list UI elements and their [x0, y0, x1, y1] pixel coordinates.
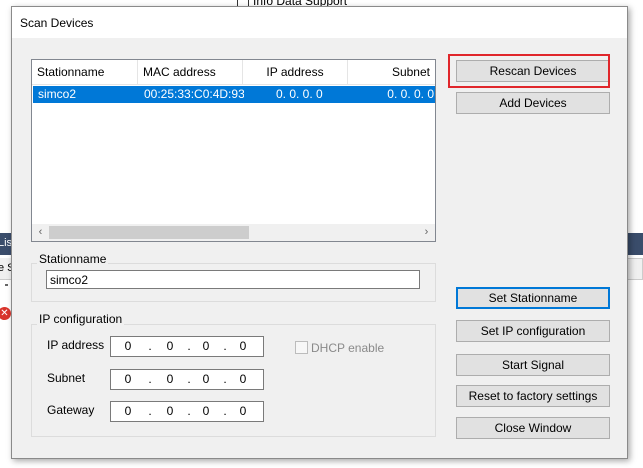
cell-mac: 00:25:33:C0:4D:93 — [144, 87, 244, 101]
subnet-field[interactable]: 0 . 0 . 0 . 0 — [110, 369, 264, 390]
dhcp-enable-checkbox[interactable] — [295, 341, 308, 354]
subnet-dot: . — [187, 372, 191, 386]
subnet-octet-2[interactable]: 0 — [160, 372, 180, 386]
set-stationname-button[interactable]: Set Stationname — [456, 287, 610, 309]
scroll-right-icon[interactable]: › — [418, 224, 435, 241]
dialog-titlebar: Scan Devices — [12, 7, 627, 38]
rescan-devices-button[interactable]: Rescan Devices — [456, 60, 610, 82]
ip-address-label: IP address — [47, 338, 105, 352]
column-header-mac[interactable]: MAC address — [138, 60, 243, 85]
cell-subnet: 0. 0. 0. 0 — [387, 87, 434, 101]
set-ip-configuration-button[interactable]: Set IP configuration — [456, 320, 610, 342]
ip-octet-4[interactable]: 0 — [233, 339, 253, 353]
horizontal-scrollbar[interactable]: ‹ › — [32, 224, 435, 241]
background-list-header-right — [626, 233, 643, 255]
ip-dot: . — [148, 339, 152, 353]
ip-octet-2[interactable]: 0 — [160, 339, 180, 353]
dhcp-enable-label: DHCP enable — [311, 341, 385, 355]
subnet-dot: . — [223, 372, 227, 386]
gateway-octet-2[interactable]: 0 — [160, 404, 180, 418]
scrollbar-thumb[interactable] — [49, 226, 249, 239]
gateway-octet-3[interactable]: 0 — [196, 404, 216, 418]
column-header-subnet[interactable]: Subnet — [348, 60, 435, 85]
device-list-header: Stationname MAC address IP address Subne… — [32, 60, 435, 85]
gateway-dot: . — [223, 404, 227, 418]
reset-factory-settings-button[interactable]: Reset to factory settings — [456, 385, 610, 407]
gateway-label: Gateway — [47, 403, 95, 417]
column-header-ip[interactable]: IP address — [243, 60, 348, 85]
subnet-octet-4[interactable]: 0 — [233, 372, 253, 386]
ip-address-field[interactable]: 0 . 0 . 0 . 0 — [110, 336, 264, 357]
device-list[interactable]: Stationname MAC address IP address Subne… — [31, 59, 436, 242]
subnet-label: Subnet — [47, 371, 86, 385]
subnet-octet-3[interactable]: 0 — [196, 372, 216, 386]
ip-configuration-group-label: IP configuration — [37, 312, 125, 326]
stationname-group-label: Stationname — [37, 252, 109, 266]
ip-octet-1[interactable]: 0 — [118, 339, 138, 353]
subnet-octet-1[interactable]: 0 — [118, 372, 138, 386]
gateway-dot: . — [148, 404, 152, 418]
scan-devices-dialog: Scan Devices Stationname MAC address IP … — [11, 6, 628, 459]
gateway-dot: . — [187, 404, 191, 418]
cell-stationname: simco2 — [38, 87, 77, 101]
device-row-selected[interactable]: simco2 00:25:33:C0:4D:93 0. 0. 0. 0 0. 0… — [33, 86, 435, 103]
ip-dot: . — [187, 339, 191, 353]
column-header-stationname[interactable]: Stationname — [32, 60, 138, 85]
close-window-button[interactable]: Close Window — [456, 417, 610, 439]
add-devices-button[interactable]: Add Devices — [456, 92, 610, 114]
ip-octet-3[interactable]: 0 — [196, 339, 216, 353]
scroll-left-icon[interactable]: ‹ — [32, 224, 49, 241]
background-row-right — [626, 258, 643, 280]
start-signal-button[interactable]: Start Signal — [456, 354, 610, 376]
background-tick — [5, 284, 8, 286]
error-icon: ✕ — [0, 307, 11, 320]
stationname-input[interactable] — [46, 270, 420, 289]
gateway-octet-4[interactable]: 0 — [233, 404, 253, 418]
gateway-octet-1[interactable]: 0 — [118, 404, 138, 418]
cell-ip: 0. 0. 0. 0 — [276, 87, 323, 101]
dialog-title: Scan Devices — [20, 16, 94, 30]
subnet-dot: . — [148, 372, 152, 386]
ip-dot: . — [223, 339, 227, 353]
gateway-field[interactable]: 0 . 0 . 0 . 0 — [110, 401, 264, 422]
